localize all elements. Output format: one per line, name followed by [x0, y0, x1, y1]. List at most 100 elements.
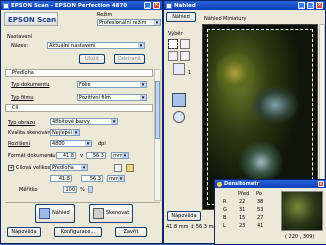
col-po: Po [256, 191, 262, 197]
densitometer-coords: ( 220 , 309) [285, 234, 315, 240]
document-width-field[interactable]: 41.8 [56, 152, 76, 159]
densitometer-title: Densitometr [224, 181, 260, 187]
rotate-icon[interactable] [173, 63, 185, 75]
percent-label: % [80, 187, 85, 193]
expand-icon[interactable]: + [8, 165, 14, 171]
preview-icon [39, 208, 50, 219]
densitometer-titlebar: Densitometr × [215, 180, 326, 188]
densitometer-channel: G [223, 207, 227, 213]
all-marquee-icon[interactable] [180, 51, 190, 61]
film-type-select[interactable]: Pozitivní film [77, 94, 147, 101]
target-size-label: Cílová velikost [16, 165, 53, 171]
scrollbar-thumb[interactable] [155, 81, 160, 139]
preview-refresh-label: Náhled [172, 14, 190, 20]
cil-label: Cíl [12, 105, 19, 111]
densitometer-channel: B [223, 215, 227, 221]
foliage-patch [216, 48, 254, 98]
densitometer-channel: L [223, 223, 226, 229]
scan-icon [93, 208, 104, 219]
predloha-label: Předloha [12, 70, 34, 76]
tab-nahled[interactable]: Náhled [204, 16, 222, 22]
app-logo: EPSON Scan [4, 12, 58, 26]
document-type-label: Typ dokumentu [11, 82, 50, 88]
preview-help-button[interactable]: Nápověda [167, 211, 201, 221]
scan-quality-label: Kvalita skenování [8, 130, 52, 136]
app-icon [3, 2, 9, 9]
document-size-label: Formát dokumentu [8, 153, 56, 159]
densitometer-row: L 23 41 [223, 223, 275, 230]
mode-select[interactable]: Profesionální režim [97, 19, 161, 26]
name-select[interactable]: Aktuální nastavení [47, 42, 145, 49]
film-type-label: Typ filmu [11, 95, 34, 101]
epson-scan-window: EPSON Scan - EPSON Perfection 4870 _ × E… [0, 0, 163, 244]
col-pred: Před [238, 191, 250, 197]
image-type-select[interactable]: 48bitové barvy [50, 118, 118, 125]
lower-patch [238, 140, 284, 184]
save-button[interactable]: Uložit [79, 54, 105, 64]
preview-minimize-button[interactable]: _ [298, 2, 305, 9]
target-unit-select[interactable]: mm [107, 175, 125, 182]
target-width-field[interactable]: 41.8 [50, 175, 72, 182]
densitometer-after-value: 38 [257, 199, 264, 205]
close-dialog-button[interactable]: Zavřít [115, 227, 147, 237]
preview-button[interactable]: Náhled [35, 204, 75, 223]
name-label: Název: [11, 43, 28, 49]
target-height-field[interactable]: 56.3 [81, 175, 103, 182]
divider [5, 202, 160, 203]
densitometer-before-value: 22 [239, 199, 246, 205]
densitometer-row: B 15 27 [223, 215, 275, 222]
preview-maximize-button[interactable]: □ [307, 2, 314, 9]
densitometer-before-value: 23 [239, 223, 246, 229]
scale-label: Měřítko [19, 187, 38, 193]
epson-scan-titlebar: EPSON Scan - EPSON Perfection 4870 _ × [1, 1, 162, 10]
preview-title: Náhled [174, 2, 196, 9]
scan-quality-select[interactable]: Nejlepší [50, 129, 80, 136]
densitometer-before-value: 31 [239, 207, 246, 213]
densitometer-sample [281, 191, 323, 231]
densitometer-after-value: 41 [257, 223, 264, 229]
minimize-button[interactable]: _ [144, 2, 151, 9]
preview-button-label: Náhled [52, 210, 70, 216]
mode-label: Režim [97, 12, 113, 18]
scale-spinner[interactable] [88, 186, 93, 193]
resolution-select[interactable]: 4800 [50, 140, 92, 147]
configuration-button[interactable]: Konfigurace... [54, 227, 102, 237]
marquee-count: 1 [188, 70, 192, 76]
preview-close-button[interactable]: × [316, 2, 323, 9]
window-title: EPSON Scan - EPSON Perfection 4870 [11, 2, 128, 9]
copy-marquee-icon[interactable] [168, 51, 178, 61]
logo-text: EPSON Scan [8, 16, 57, 24]
unit-select[interactable]: mm [111, 152, 129, 159]
document-type-select[interactable]: Fólie [77, 81, 147, 88]
close-button[interactable]: × [153, 2, 160, 9]
preview-window: Náhled _ □ × Náhled Náhled Miniatury Výb… [163, 0, 326, 245]
densitometer-row: G 31 53 [223, 207, 275, 214]
orientation-icon[interactable] [114, 164, 122, 172]
magnifier-icon[interactable] [173, 111, 185, 123]
densitometer-before-value: 15 [239, 215, 246, 221]
resolution-label: Rozlišení [8, 141, 30, 147]
highlight-patch [250, 85, 300, 125]
document-height-field[interactable]: 56.3 [86, 152, 106, 159]
tab-miniatury[interactable]: Miniatury [223, 16, 246, 22]
densitometer-window: Densitometr × Před Po R 22 38 G 31 53 B 15 27 L 23… [214, 179, 326, 245]
preview-refresh-button[interactable]: Náhled [166, 12, 196, 22]
delete-marquee-icon[interactable] [180, 39, 190, 49]
target-size-select[interactable]: Předloha [50, 164, 88, 171]
cil-header[interactable]: Cíl [5, 104, 153, 112]
image-type-label: Typ obrazu [8, 120, 36, 126]
predloha-header[interactable]: Předloha [5, 69, 153, 77]
delete-button[interactable]: Odstranit [114, 54, 145, 64]
preview-dimensions: 41.8 mm ↕ 56.3 mm [166, 224, 219, 230]
settings-heading: Nastavení [7, 34, 33, 40]
densitometer-row: R 22 38 [223, 199, 275, 206]
marquee-tool-icon[interactable] [168, 39, 178, 49]
help-button[interactable]: Nápověda [7, 227, 41, 237]
densitometer-after-value: 27 [257, 215, 264, 221]
scan-button[interactable]: Skenovat [89, 204, 133, 223]
densitometer-channel: R [223, 199, 227, 205]
densitometer-close-button[interactable]: × [318, 181, 324, 187]
adjust-icon[interactable] [172, 93, 186, 107]
scale-field[interactable]: 100 [63, 186, 77, 193]
lock-icon[interactable] [126, 164, 134, 172]
